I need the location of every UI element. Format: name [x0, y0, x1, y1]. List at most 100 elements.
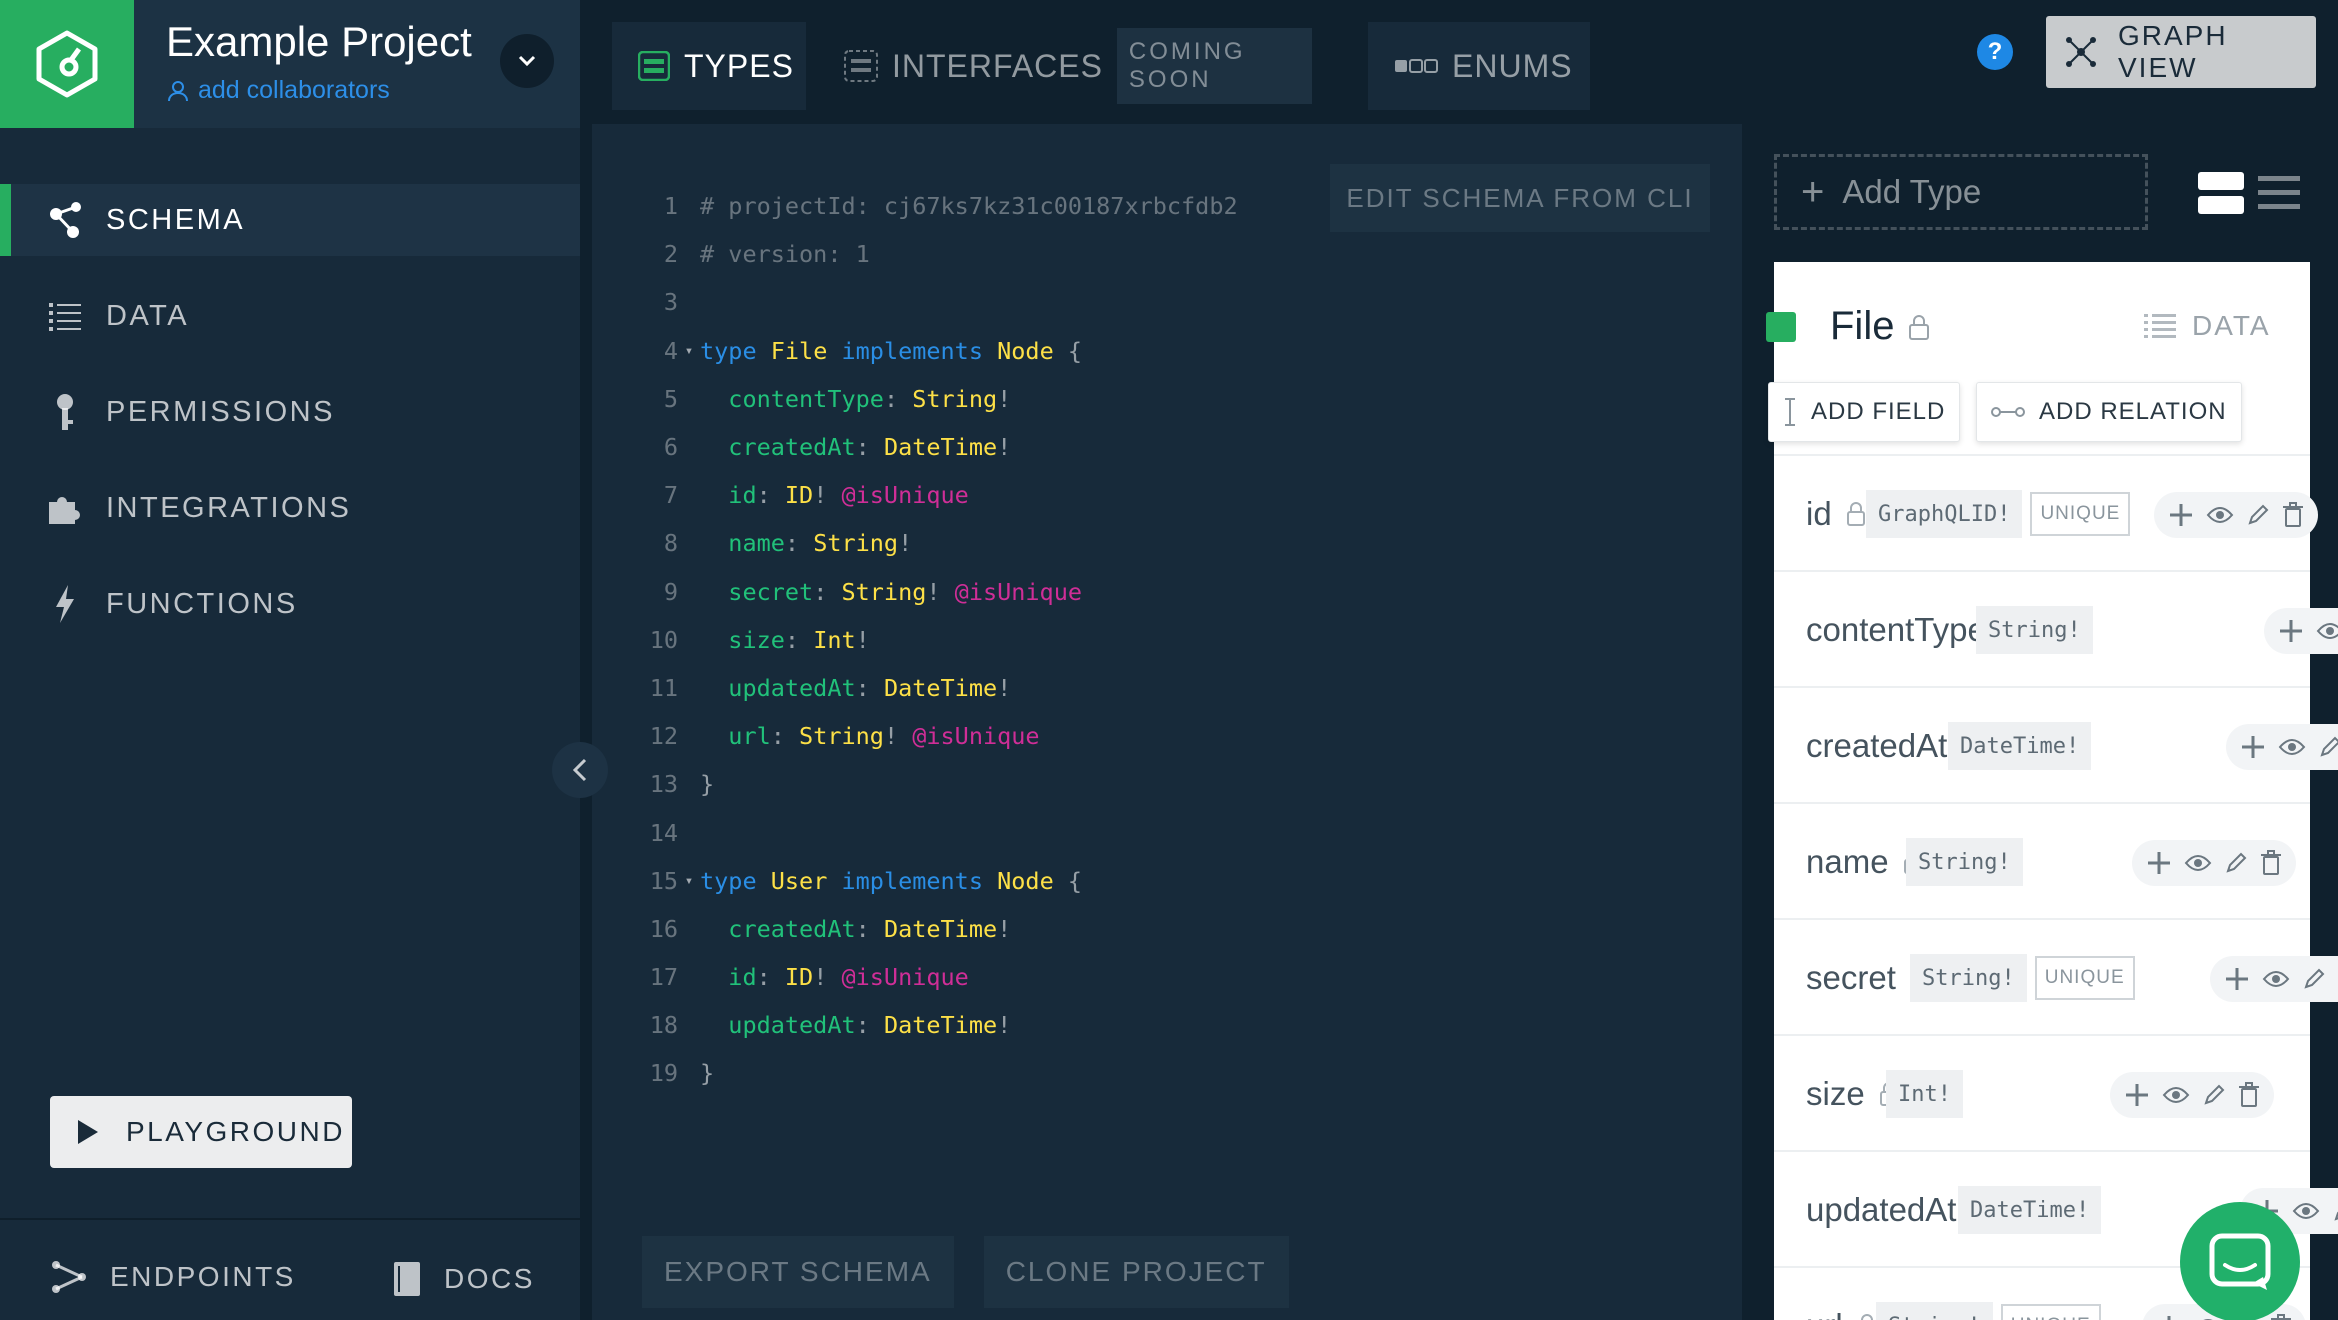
field-row[interactable]: createdAt DateTime! [1774, 686, 2338, 804]
sidebar-item-data[interactable]: DATA [0, 280, 580, 352]
trash-icon[interactable] [2238, 1082, 2260, 1108]
code-line[interactable]: 4 ▾ type File implements Node { [592, 327, 1742, 375]
field-row[interactable]: contentType String! [1774, 570, 2338, 686]
fold-arrow-icon[interactable]: ▾ [678, 873, 700, 889]
field-row[interactable]: secret String! UNIQUE [1774, 918, 2338, 1034]
code-line[interactable]: 17 id: ID! @isUnique [592, 953, 1742, 1001]
add-icon[interactable] [2240, 734, 2266, 760]
eye-icon[interactable] [2162, 1086, 2190, 1104]
lock-icon [1846, 501, 1866, 527]
code-line[interactable]: 12 url: String! @isUnique [592, 712, 1742, 760]
schema-editor[interactable]: EDIT SCHEMA FROM CLI 1 # projectId: cj67k… [592, 124, 1742, 1320]
graph-view-button[interactable]: GRAPH VIEW [2046, 16, 2316, 88]
add-relation-button[interactable]: ADD RELATION [1976, 382, 2242, 442]
field-actions [2132, 840, 2296, 886]
code-line[interactable]: 10 size: Int! [592, 616, 1742, 664]
code-area[interactable]: 1 # projectId: cj67ks7kz31c00187xrbcfdb2 2… [592, 182, 1742, 1098]
code-line[interactable]: 6 createdAt: DateTime! [592, 423, 1742, 471]
sidebar-item-integrations[interactable]: INTEGRATIONS [0, 472, 580, 544]
fold-arrow-icon[interactable]: ▾ [678, 343, 700, 359]
add-field-button[interactable]: ADD FIELD [1768, 382, 1961, 442]
code-line[interactable]: 14 [592, 808, 1742, 856]
code-line[interactable]: 5 contentType: String! [592, 375, 1742, 423]
code-token: ! [997, 673, 1012, 702]
type-name: File [1830, 304, 1930, 349]
field-row[interactable]: id GraphQLID! UNIQUE [1774, 454, 2318, 572]
endpoints-link[interactable]: ENDPOINTS [50, 1260, 296, 1294]
code-line[interactable]: 2 # version: 1 [592, 230, 1742, 278]
add-icon[interactable] [2224, 966, 2250, 992]
code-line[interactable]: 7 id: ID! @isUnique [592, 471, 1742, 519]
add-icon[interactable] [2278, 618, 2304, 644]
chat-support-button[interactable] [2180, 1202, 2300, 1320]
sidebar-item-functions[interactable]: FUNCTIONS [0, 568, 580, 640]
tab-enums[interactable]: ENUMS [1368, 22, 1590, 110]
code-line[interactable]: 11 updatedAt: DateTime! [592, 664, 1742, 712]
playground-button[interactable]: PLAYGROUND [50, 1096, 352, 1168]
code-line[interactable]: 8 name: String! [592, 519, 1742, 567]
add-icon[interactable] [2168, 502, 2194, 528]
trash-icon[interactable] [2260, 850, 2282, 876]
field-row[interactable]: name String! [1774, 802, 2310, 918]
add-icon[interactable] [2146, 850, 2172, 876]
export-schema-button[interactable]: EXPORT SCHEMA [642, 1236, 954, 1308]
field-type: DateTime! [1948, 688, 2092, 804]
code-token: contentType [728, 384, 884, 413]
eye-icon[interactable] [2184, 854, 2212, 872]
code-line[interactable]: 13} [592, 760, 1742, 808]
code-line[interactable]: 15 ▾ type User implements Node { [592, 857, 1742, 905]
trash-icon[interactable] [2270, 1314, 2292, 1320]
code-text: type User implements Node { [700, 867, 1082, 895]
graphcool-logo[interactable] [0, 0, 134, 128]
code-line[interactable]: 16 createdAt: DateTime! [592, 905, 1742, 953]
user-icon [168, 80, 188, 101]
schema-icon [46, 201, 84, 239]
code-line[interactable]: 3 [592, 278, 1742, 326]
code-token: : [855, 1011, 884, 1040]
eye-icon[interactable] [2292, 1202, 2320, 1220]
edit-pencil-icon[interactable] [2318, 735, 2338, 759]
edit-pencil-icon[interactable] [2202, 1083, 2226, 1107]
code-line[interactable]: 19} [592, 1049, 1742, 1097]
add-collaborators-link[interactable]: add collaborators [166, 76, 390, 105]
help-button[interactable]: ? [1977, 34, 2013, 70]
add-icon[interactable] [2156, 1314, 2182, 1320]
add-icon[interactable] [2124, 1082, 2150, 1108]
eye-icon[interactable] [2262, 970, 2290, 988]
docs-link[interactable]: DOCS [392, 1260, 535, 1298]
line-number: 17 [649, 963, 678, 992]
code-line[interactable]: 1 # projectId: cj67ks7kz31c00187xrbcfdb2 [592, 182, 1742, 230]
compact-view-icon[interactable] [2258, 172, 2300, 214]
add-type-button[interactable]: + Add Type [1774, 154, 2148, 230]
field-row[interactable]: size Int! [1774, 1034, 2310, 1150]
field-type-pill: String! [1876, 1302, 1993, 1320]
edit-pencil-icon[interactable] [2246, 503, 2270, 527]
collapse-sidebar-button[interactable] [552, 742, 608, 798]
sidebar-item-permissions[interactable]: PERMISSIONS [0, 376, 580, 448]
eye-icon[interactable] [2278, 738, 2306, 756]
code-line[interactable]: 18 updatedAt: DateTime! [592, 1001, 1742, 1049]
trash-icon[interactable] [2282, 502, 2304, 528]
field-type: GraphQLID! UNIQUE [1866, 456, 2131, 572]
line-number: 7 [663, 481, 678, 510]
eye-icon[interactable] [2206, 506, 2234, 524]
project-dropdown-button[interactable] [500, 34, 554, 88]
enums-icon [1394, 58, 1438, 74]
edit-pencil-icon[interactable] [2332, 1199, 2338, 1223]
tab-types[interactable]: TYPES [612, 22, 806, 110]
add-field-label: ADD FIELD [1811, 398, 1946, 425]
tab-interfaces[interactable]: INTERFACES COMING SOON [818, 22, 1338, 110]
unique-badge: UNIQUE [2034, 956, 2135, 1000]
type-data-link[interactable]: DATA [2144, 310, 2271, 342]
expanded-view-icon[interactable] [2198, 172, 2244, 214]
edit-pencil-icon[interactable] [2224, 851, 2248, 875]
eye-icon[interactable] [2316, 622, 2338, 640]
code-text: createdAt: DateTime! [700, 433, 1011, 461]
clone-project-button[interactable]: CLONE PROJECT [983, 1236, 1289, 1308]
code-token: : [784, 529, 814, 558]
code-line[interactable]: 9 secret: String! @isUnique [592, 568, 1742, 616]
edit-pencil-icon[interactable] [2302, 967, 2326, 991]
sidebar-item-schema[interactable]: SCHEMA [0, 184, 580, 256]
